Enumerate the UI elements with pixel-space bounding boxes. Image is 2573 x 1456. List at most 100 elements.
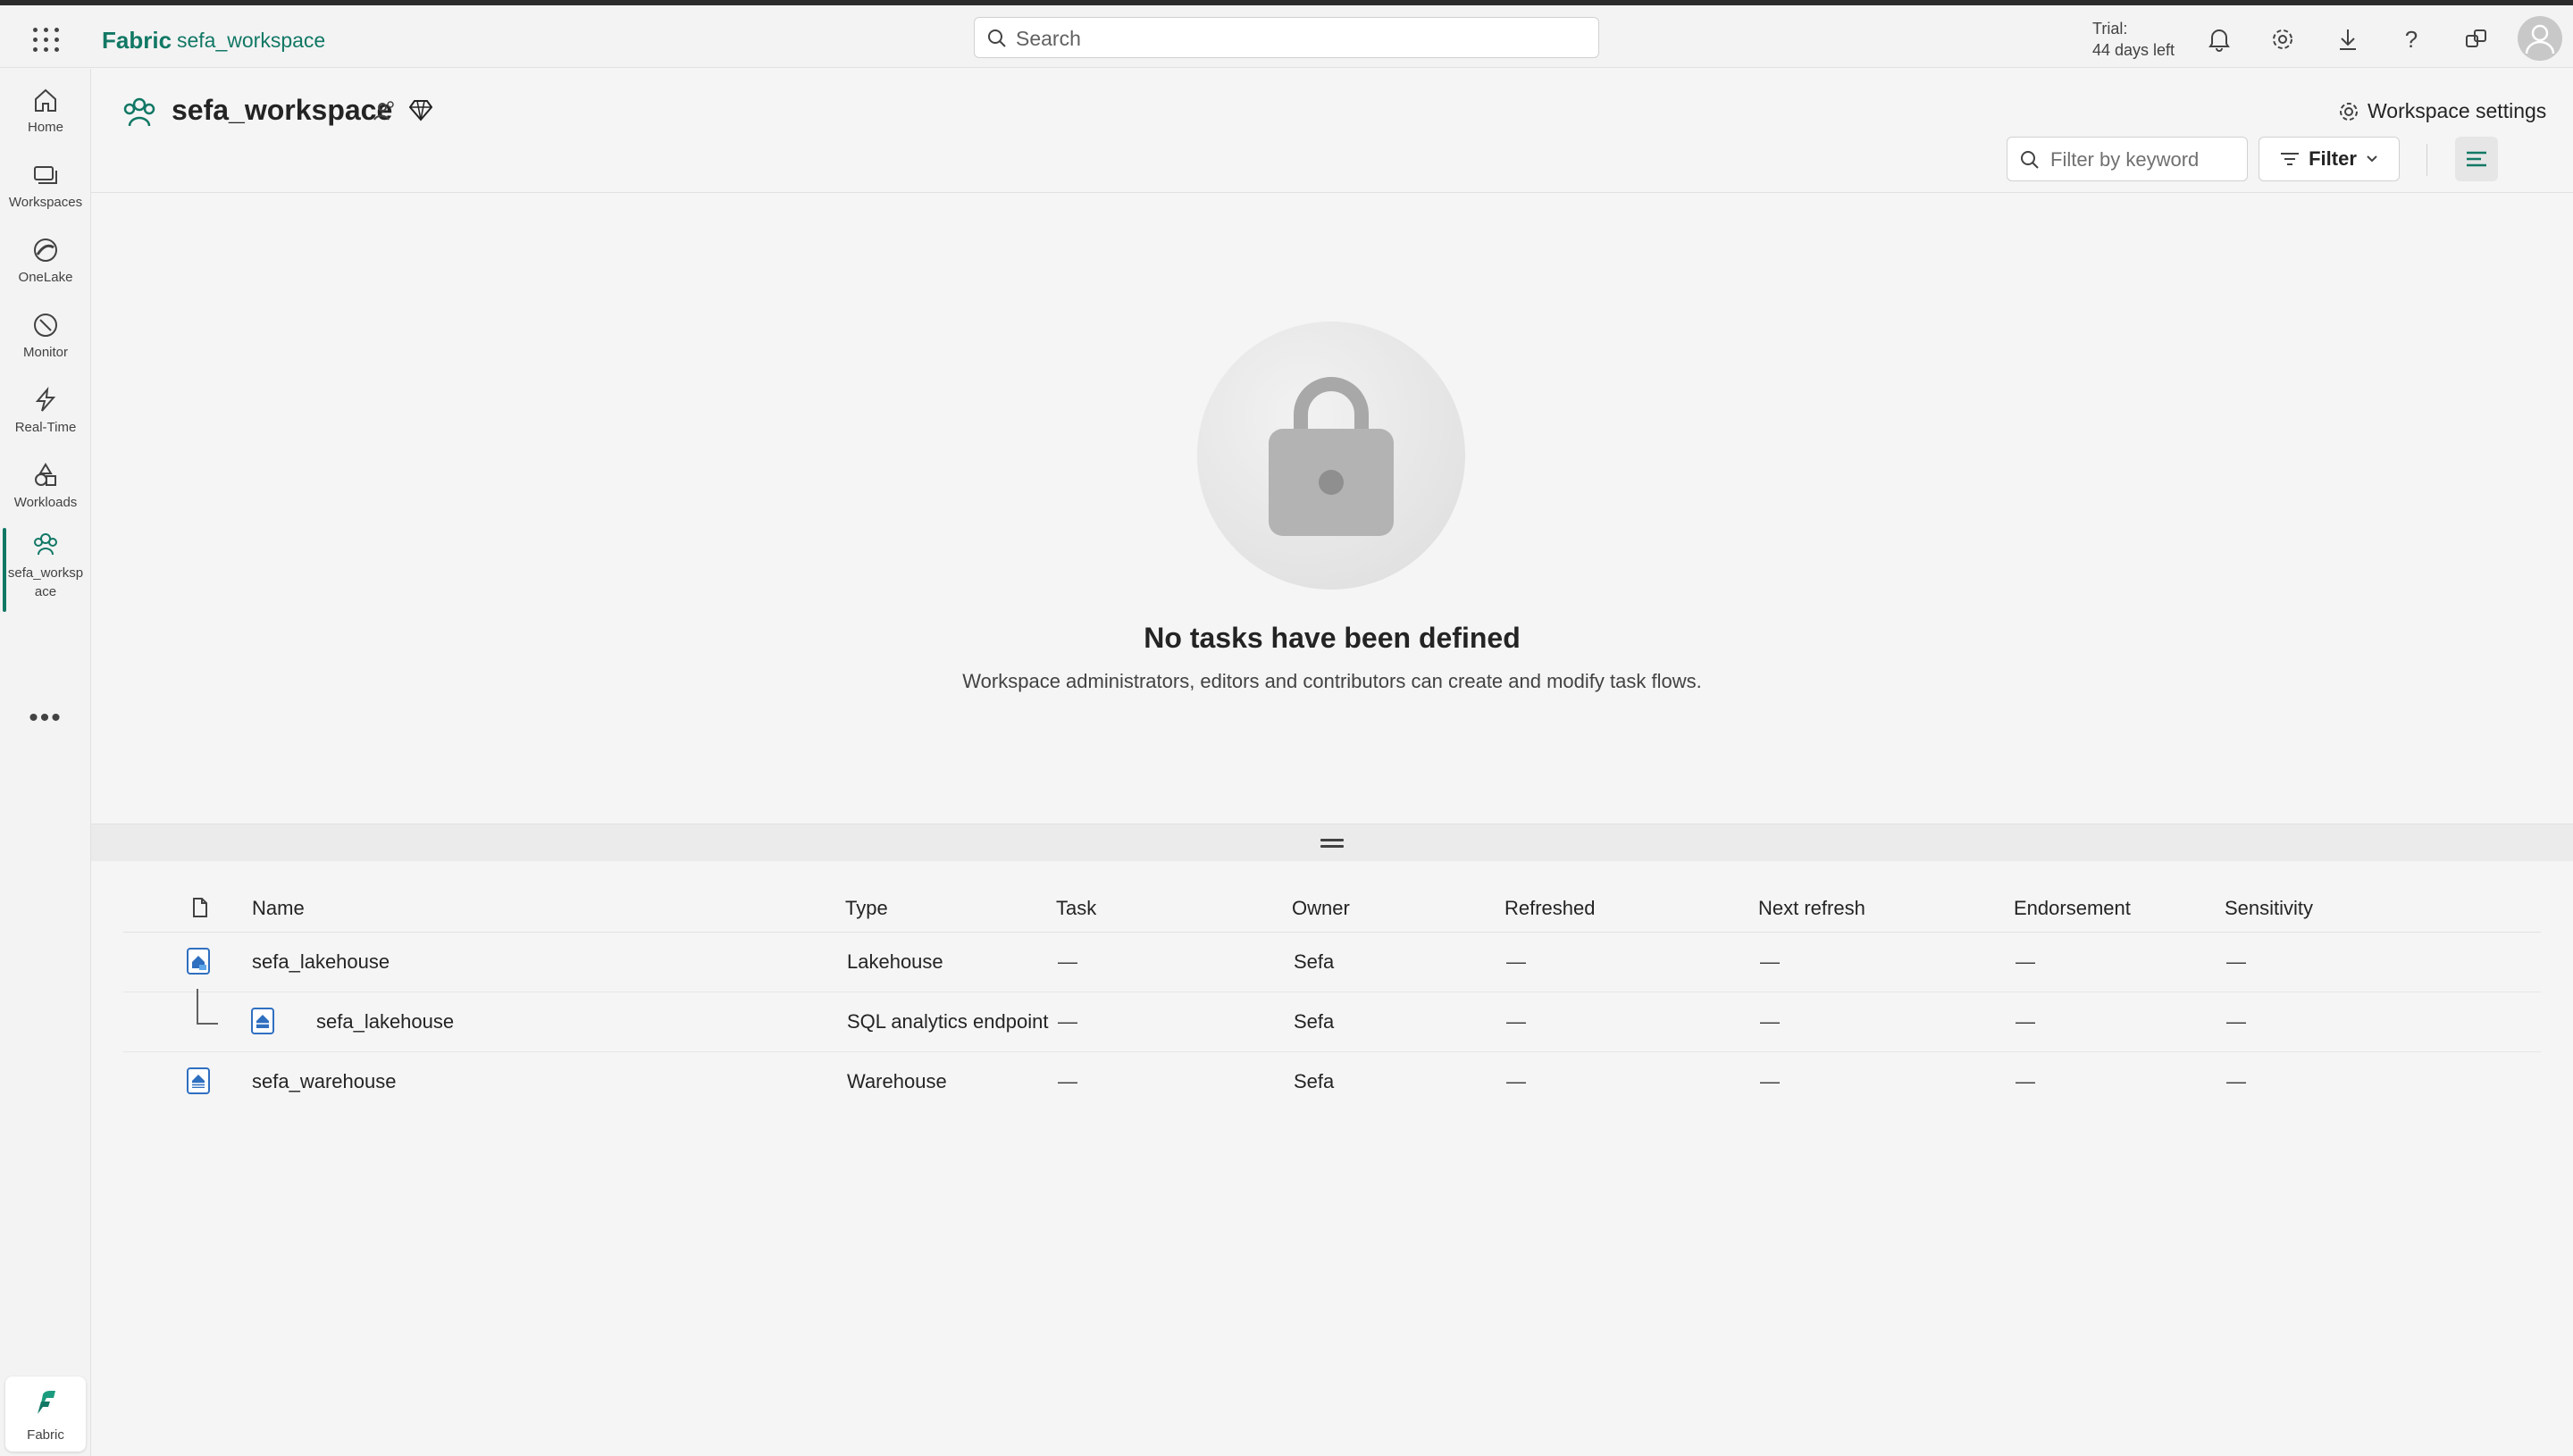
filter-by-keyword[interactable] xyxy=(2007,137,2248,181)
search-icon xyxy=(2021,151,2039,169)
item-sensitivity: — xyxy=(2226,1070,2246,1092)
page-title: sefa_workspace xyxy=(172,94,393,126)
column-task[interactable]: Task xyxy=(1056,897,1096,920)
item-endorsement: — xyxy=(2016,950,2035,973)
nav-workloads[interactable]: Workloads xyxy=(0,453,91,512)
help-icon[interactable]: ? xyxy=(2395,23,2427,55)
download-icon[interactable] xyxy=(2332,23,2364,55)
nav-onelake[interactable]: OneLake xyxy=(0,228,91,287)
filter-button[interactable]: Filter xyxy=(2259,137,2400,181)
nav-workspaces-label: Workspaces xyxy=(8,195,83,210)
nav-home-label: Home xyxy=(27,120,63,135)
nav-home[interactable]: Home xyxy=(0,78,91,137)
column-refreshed[interactable]: Refreshed xyxy=(1504,897,1596,920)
item-owner: Sefa xyxy=(1294,1070,1335,1092)
item-sensitivity: — xyxy=(2226,1010,2246,1033)
warehouse-icon xyxy=(187,1067,210,1094)
workspace-access-icon[interactable] xyxy=(372,99,395,122)
filter-keyword-input[interactable] xyxy=(2050,147,2238,172)
brand-name[interactable]: Fabric xyxy=(102,27,172,54)
table-row[interactable]: sefa_warehouse Warehouse — Sefa — — — — xyxy=(123,1052,2541,1112)
gear-icon[interactable] xyxy=(2267,23,2299,55)
table-row[interactable]: sefa_lakehouse Lakehouse — Sefa — — — — xyxy=(123,933,2541,992)
gear-icon xyxy=(2340,102,2358,121)
item-endorsement: — xyxy=(2016,1010,2035,1033)
table-header: Name Type Task Owner Refreshed Next refr… xyxy=(123,883,2541,933)
workspace-group-icon xyxy=(34,533,57,556)
column-name[interactable]: Name xyxy=(252,897,305,920)
lock-illustration xyxy=(1197,322,1465,590)
resize-grip-icon[interactable] xyxy=(1320,839,1344,851)
share-feedback-icon[interactable] xyxy=(2460,23,2493,55)
trial-label: Trial: xyxy=(2092,20,2128,38)
home-icon xyxy=(35,88,56,112)
realtime-icon xyxy=(35,387,56,412)
pane-splitter[interactable] xyxy=(91,824,2573,861)
item-name[interactable]: sefa_warehouse xyxy=(252,1070,396,1093)
item-type: SQL analytics endpoint xyxy=(847,1010,1049,1033)
items-table: Name Type Task Owner Refreshed Next refr… xyxy=(91,861,2573,1456)
column-sensitivity[interactable]: Sensitivity xyxy=(2225,897,2313,920)
item-type: Lakehouse xyxy=(847,950,943,973)
nav-realtime-label: Real-Time xyxy=(14,420,77,435)
app-launcher-icon[interactable] xyxy=(30,25,59,54)
file-type-icon xyxy=(193,898,207,917)
trial-status[interactable]: Trial: 44 days left xyxy=(2092,18,2175,61)
nav-workspaces[interactable]: Workspaces xyxy=(0,153,91,212)
search-icon xyxy=(988,29,1006,47)
table-row[interactable]: sefa_lakehouse SQL analytics endpoint — … xyxy=(123,989,2541,1052)
item-next-refresh: — xyxy=(1760,1010,1780,1033)
item-owner: Sefa xyxy=(1294,950,1335,973)
left-nav-rail: Home Workspaces OneLake Monitor Real-Tim… xyxy=(0,69,91,1456)
nav-realtime[interactable]: Real-Time xyxy=(0,378,91,437)
avatar-icon[interactable] xyxy=(2518,16,2562,61)
item-name[interactable]: sefa_lakehouse xyxy=(252,950,390,974)
tree-connector xyxy=(197,989,218,1025)
column-next-refresh[interactable]: Next refresh xyxy=(1758,897,1865,920)
column-type[interactable]: Type xyxy=(845,897,888,920)
nav-monitor-label: Monitor xyxy=(22,345,69,360)
item-refreshed: — xyxy=(1506,950,1526,973)
item-task: — xyxy=(1058,1070,1077,1092)
nav-current-workspace[interactable]: sefa_worksp ace xyxy=(0,523,91,601)
item-sensitivity: — xyxy=(2226,950,2246,973)
more-icon[interactable]: ••• xyxy=(0,703,91,733)
premium-diamond-icon[interactable] xyxy=(409,97,432,122)
item-next-refresh: — xyxy=(1760,950,1780,973)
top-header: Fabric sefa_workspace Trial: 44 days lef… xyxy=(0,5,2573,68)
sql-endpoint-icon xyxy=(251,1008,274,1034)
empty-state-subtitle: Workspace administrators, editors and co… xyxy=(962,670,1702,692)
filter-label: Filter xyxy=(2309,147,2357,170)
item-owner: Sefa xyxy=(1294,1010,1335,1033)
workspace-settings-button[interactable]: Workspace settings xyxy=(2337,99,2546,123)
task-flow-area: No tasks have been defined Workspace adm… xyxy=(91,193,2573,824)
workloads-icon xyxy=(35,463,56,486)
list-view-toggle[interactable] xyxy=(2455,137,2498,181)
trial-days-left: 44 days left xyxy=(2092,41,2175,59)
item-task: — xyxy=(1058,950,1077,973)
nav-workspace-label-1: sefa_worksp xyxy=(7,565,84,581)
fabric-logo-icon xyxy=(38,1391,55,1414)
breadcrumb-workspace[interactable]: sefa_workspace xyxy=(177,29,325,53)
nav-workloads-label: Workloads xyxy=(13,495,78,510)
column-owner[interactable]: Owner xyxy=(1292,897,1350,920)
lakehouse-icon xyxy=(187,948,210,975)
search-input[interactable] xyxy=(1016,25,1570,52)
workspaces-icon xyxy=(34,166,57,184)
item-next-refresh: — xyxy=(1760,1070,1780,1092)
workspace-header: sefa_workspace Workspace settings Filter xyxy=(91,69,2573,193)
toolbar-divider xyxy=(2426,144,2427,176)
filter-lines-icon xyxy=(2281,153,2300,165)
fabric-switcher[interactable]: Fabric xyxy=(5,1377,86,1452)
global-search[interactable] xyxy=(974,17,1599,58)
bell-icon[interactable] xyxy=(2203,23,2235,55)
onelake-icon xyxy=(34,238,57,262)
nav-monitor[interactable]: Monitor xyxy=(0,303,91,362)
item-refreshed: — xyxy=(1506,1070,1526,1092)
monitor-icon xyxy=(34,314,57,337)
workspace-icon xyxy=(123,97,155,127)
column-endorsement[interactable]: Endorsement xyxy=(2014,897,2131,920)
item-name[interactable]: sefa_lakehouse xyxy=(316,1010,454,1033)
list-view-icon xyxy=(2467,151,2486,167)
item-task: — xyxy=(1058,1010,1077,1033)
